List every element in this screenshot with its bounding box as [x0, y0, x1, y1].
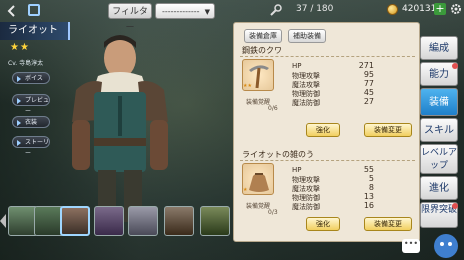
equipment-card-weapon: 鋼鉄のクワ ★★ 装備覚醒 0/6 HP 271 物理攻撃 95 魔法攻撃 77…	[240, 45, 415, 137]
sack-icon	[249, 173, 269, 192]
notification-dot	[452, 63, 458, 69]
awaken-label: 装備覚醒	[246, 203, 271, 210]
stat-label: 魔法防御	[292, 99, 320, 107]
change-equipment-button[interactable]: 装備変更	[364, 217, 412, 231]
preview-button[interactable]: プレビュー	[12, 94, 50, 115]
scroll-left-icon[interactable]	[0, 214, 6, 228]
play-icon	[17, 76, 21, 82]
back-icon[interactable]	[5, 4, 19, 18]
filter-select-value: -------------	[162, 7, 200, 16]
tab-evolution[interactable]: 進化	[420, 176, 458, 200]
add-gold-button[interactable]: +	[434, 3, 446, 15]
play-icon	[17, 120, 21, 126]
awaken-label: 装備覚醒	[246, 99, 271, 106]
auxiliary-equipment-button[interactable]: 補助装備	[288, 29, 326, 43]
filter-button[interactable]: フィルター	[108, 3, 152, 33]
hero-stars: ★★	[10, 42, 30, 53]
tab-level-up[interactable]: レベルアップ	[420, 144, 458, 174]
item-name: 鋼鉄のクワ	[240, 45, 415, 57]
story-button[interactable]: ストーリー	[12, 136, 50, 157]
menu-icon[interactable]	[28, 4, 40, 16]
chat-button[interactable]: •••	[402, 239, 420, 253]
coin-icon	[387, 4, 398, 15]
stat-value: 55	[363, 165, 374, 174]
stat-value: 95	[363, 70, 374, 79]
upgrade-button[interactable]: 強化	[306, 217, 340, 231]
unit-count: 37 / 180	[296, 4, 334, 14]
item-stars: ★★	[243, 83, 252, 89]
stat-value: 27	[363, 97, 374, 106]
stat-value: 77	[363, 79, 374, 88]
gold-amount: 420131	[402, 4, 437, 14]
voice-button[interactable]: ボイス	[12, 72, 50, 84]
equipment-storage-button[interactable]: 装備倉庫	[244, 29, 282, 43]
voice-button-label: ボイス	[25, 75, 43, 82]
notification-dot	[452, 203, 458, 209]
stat-value: 5	[368, 174, 374, 183]
stat-value: 271	[358, 61, 374, 70]
awaken-value: 0/3	[268, 209, 278, 216]
stat-value: 8	[368, 183, 374, 192]
stat-label: HP	[292, 62, 302, 70]
character-portrait[interactable]	[164, 206, 194, 236]
stat-value: 13	[363, 192, 374, 201]
character-portrait-selected[interactable]	[60, 206, 90, 236]
stat-label: 魔法防御	[292, 203, 320, 211]
filter-select[interactable]: ------------- ▼	[155, 3, 215, 19]
equipment-panel: 装備倉庫 補助装備 鋼鉄のクワ ★★ 装備覚醒 0/6 HP 271 物理攻撃 …	[233, 22, 420, 242]
costume-button-label: 衣装	[25, 119, 38, 126]
character-portrait[interactable]	[128, 206, 158, 236]
costume-button[interactable]: 衣装	[12, 116, 50, 128]
upgrade-button[interactable]: 強化	[306, 123, 340, 137]
change-equipment-button[interactable]: 装備変更	[364, 123, 412, 137]
chevron-down-icon: ▼	[204, 8, 210, 16]
play-icon	[17, 98, 21, 104]
wrench-icon	[270, 4, 282, 16]
tab-skill[interactable]: スキル	[420, 118, 458, 142]
gear-icon[interactable]	[450, 3, 462, 15]
character-portrait[interactable]	[200, 206, 230, 236]
awaken-value: 0/6	[268, 105, 278, 112]
item-name: ライオットの雑のう	[240, 149, 415, 161]
tab-formation[interactable]: 編成	[420, 36, 458, 60]
hero-character-illustration	[72, 35, 168, 222]
item-stars: ★	[243, 187, 248, 193]
hero-cv: Cv. 寺島淳太	[8, 60, 44, 67]
equipment-card-accessory: ライオットの雑のう ★ 装備覚醒 0/3 HP 55 物理攻撃 5 魔法攻撃 8…	[240, 149, 415, 235]
stat-label: HP	[292, 166, 302, 174]
tab-equipment[interactable]: 装備	[420, 88, 458, 116]
play-icon	[17, 140, 21, 146]
stat-value: 16	[363, 201, 374, 210]
character-portrait[interactable]	[94, 206, 124, 236]
stat-value: 45	[363, 88, 374, 97]
mascot-icon[interactable]	[424, 228, 464, 260]
